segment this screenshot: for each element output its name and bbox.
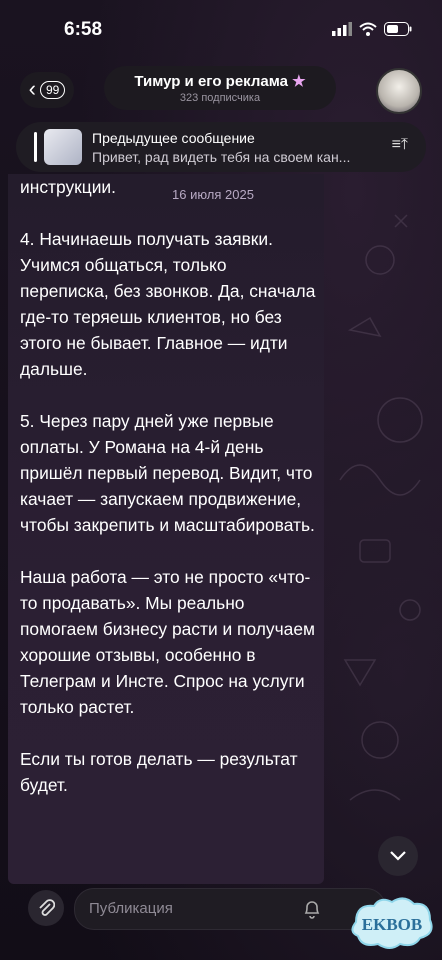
pinned-message-bar[interactable]: Предыдущее сообщение Привет, рад видеть … (16, 122, 426, 172)
message-text: инструкции. 4. Начинаешь получать заявки… (20, 174, 320, 824)
message-input[interactable]: Публикация (74, 888, 386, 930)
message-paragraph: Наша работа — это не просто «что-то прод… (20, 567, 315, 717)
paperclip-icon (39, 899, 55, 916)
message-paragraph: 4. Начинаешь получать заявки. Учимся общ… (20, 229, 316, 379)
subscriber-count: 323 подписчика (179, 92, 261, 104)
message-paragraph: Если ты готов делать — результат будет. (20, 749, 298, 795)
wifi-icon (359, 22, 377, 36)
status-time: 6:58 (64, 19, 103, 40)
channel-title-pill[interactable]: Тимур и его реклама ★ 323 подписчика (104, 66, 336, 110)
chevron-down-icon (390, 851, 406, 861)
unread-badge: 99 (39, 81, 66, 99)
battery-icon (384, 22, 412, 36)
bell-icon[interactable] (303, 899, 321, 919)
message-input-placeholder: Публикация (89, 900, 173, 917)
channel-avatar[interactable] (376, 68, 422, 114)
pinned-thumbnail (44, 129, 82, 165)
status-icons (332, 22, 412, 36)
message-paragraph: 5. Через пару дней уже первые оплаты. У … (20, 411, 315, 535)
pinned-list-icon[interactable]: ≡⤒ (392, 136, 408, 154)
chevron-left-icon: ‹ (28, 76, 36, 101)
svg-text:EKBOB: EKBOB (362, 915, 422, 934)
pin-indicator (34, 132, 37, 162)
signal-icon (332, 22, 352, 36)
pinned-preview: Привет, рад видеть тебя на своем кан... (92, 149, 351, 165)
status-bar: 6:58 (0, 0, 442, 56)
message-paragraph: инструкции. (20, 177, 116, 197)
attach-button[interactable] (28, 890, 64, 926)
back-button[interactable]: ‹ 99 (20, 72, 74, 108)
watermark-logo: EKBOB (351, 897, 433, 949)
channel-title: Тимур и его реклама ★ (134, 73, 306, 90)
star-icon: ★ (292, 73, 306, 90)
pinned-title: Предыдущее сообщение (92, 130, 255, 146)
chat-header: ‹ 99 Тимур и его реклама ★ 323 подписчик… (0, 66, 442, 114)
scroll-down-button[interactable] (378, 836, 418, 876)
